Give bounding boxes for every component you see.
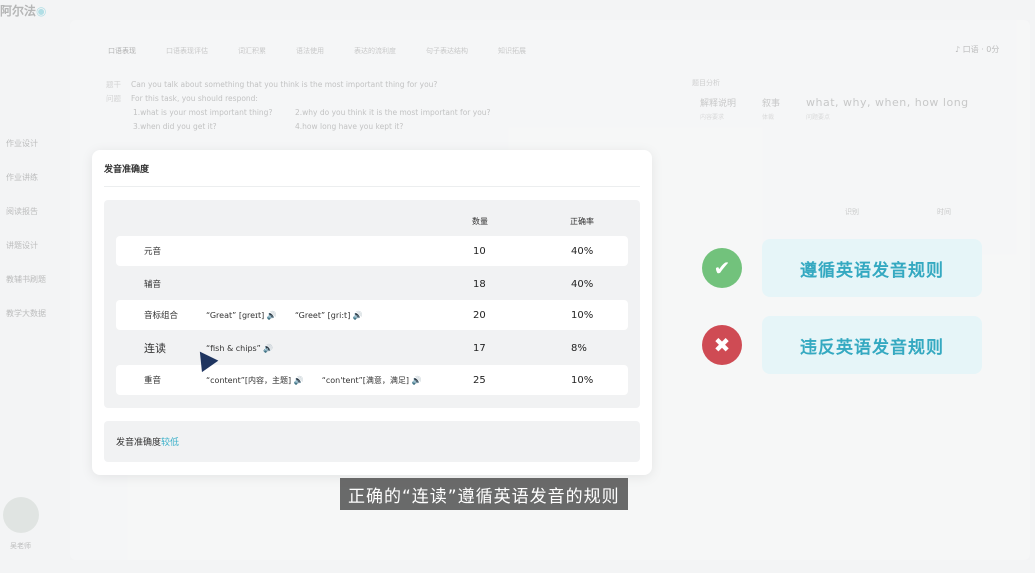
example-phonetic: “content”[内容，主题] 🔊 <box>206 375 304 385</box>
check-icon: ✔ <box>702 248 742 288</box>
tab-structure[interactable]: 句子表达结构 <box>426 46 468 56</box>
divider <box>104 186 640 187</box>
avatar[interactable] <box>3 497 39 533</box>
score-readout: ♪ 口语 · 0分 <box>955 45 1000 54</box>
sidebar: 作业设计 作业讲练 阅读报告 讲题设计 教辅书刷题 教学大数据 <box>6 138 46 342</box>
tab-oral[interactable]: 口语表现 <box>108 46 136 56</box>
pronunciation-modal: 发音准确度 数量 正确率 元音 10 40% 辅音 18 40% 音标组合 “G… <box>92 150 652 475</box>
user-name: 吴老师 <box>10 542 31 550</box>
table-row: 元音 10 40% <box>116 236 628 266</box>
question-block: 题干 Can you talk about something that you … <box>106 80 491 131</box>
key-info-label: 题目分析 <box>692 79 720 87</box>
rule-follow-card: 遵循英语发音规则 <box>762 239 982 297</box>
example-phonetic: “Great” [greɪt] 🔊 <box>206 310 277 320</box>
rule-violate-card: 违反英语发音规则 <box>762 316 982 374</box>
column-header-time: 时间 <box>937 208 951 216</box>
sidebar-item-workbook[interactable]: 教辅书刷题 <box>6 274 46 308</box>
speaker-icon[interactable]: 🔊 <box>412 376 422 385</box>
table-row: 重音 “content”[内容，主题] 🔊 “con'tent”[满意，满足] … <box>116 365 628 395</box>
pronunciation-table: 数量 正确率 元音 10 40% 辅音 18 40% 音标组合 “Great” … <box>104 200 640 408</box>
key-info-row: 解释说明 内容要求 叙事 体裁 what, why, when, how long 问… <box>700 96 969 121</box>
speaker-icon[interactable]: 🔊 <box>267 311 277 320</box>
speaker-icon[interactable]: 🔊 <box>263 344 273 353</box>
tab-vocab[interactable]: 词汇积累 <box>238 46 266 56</box>
speaker-icon[interactable]: 🔊 <box>353 311 363 320</box>
sidebar-item-lesson-design[interactable]: 讲题设计 <box>6 240 46 274</box>
app-logo: 阿尔法◉ <box>0 4 47 18</box>
column-header-recognize: 识别 <box>845 208 859 216</box>
top-tabs: 口语表现 口语表现评估 词汇积累 语法使用 表达的流利度 句子表达结构 知识拓展 <box>108 46 526 56</box>
example-phonetic: “Greet” [gri:t] 🔊 <box>294 310 363 320</box>
speaker-icon[interactable]: 🔊 <box>294 376 304 385</box>
tab-oral-eval[interactable]: 口语表现评估 <box>166 46 208 56</box>
accuracy-level: 较低 <box>161 438 180 448</box>
sidebar-item-homework-practice[interactable]: 作业讲练 <box>6 172 46 206</box>
header-rate: 正确率 <box>570 217 594 226</box>
sidebar-item-homework-design[interactable]: 作业设计 <box>6 138 46 172</box>
sidebar-item-big-data[interactable]: 教学大数据 <box>6 308 46 342</box>
tab-grammar[interactable]: 语法使用 <box>296 46 324 56</box>
table-row: 音标组合 “Great” [greɪt] 🔊 “Greet” [gri:t] 🔊… <box>116 300 628 330</box>
example-phonetic: “fish & chips” 🔊 <box>206 343 274 353</box>
tab-extension[interactable]: 知识拓展 <box>498 46 526 56</box>
table-row: 辅音 18 40% <box>144 278 594 291</box>
modal-title: 发音准确度 <box>104 165 150 175</box>
accuracy-summary: 发音准确度较低 <box>104 421 640 462</box>
example-phonetic: “con'tent”[满意，满足] 🔊 <box>321 375 422 385</box>
video-subtitle: 正确的“连读”遵循英语发音的规则 <box>340 478 628 510</box>
cross-icon: ✖ <box>702 325 742 365</box>
tab-fluency[interactable]: 表达的流利度 <box>354 46 396 56</box>
sidebar-item-reading-report[interactable]: 阅读报告 <box>6 206 46 240</box>
header-count: 数量 <box>472 217 488 226</box>
logo-mark-icon: ◉ <box>36 4 47 18</box>
